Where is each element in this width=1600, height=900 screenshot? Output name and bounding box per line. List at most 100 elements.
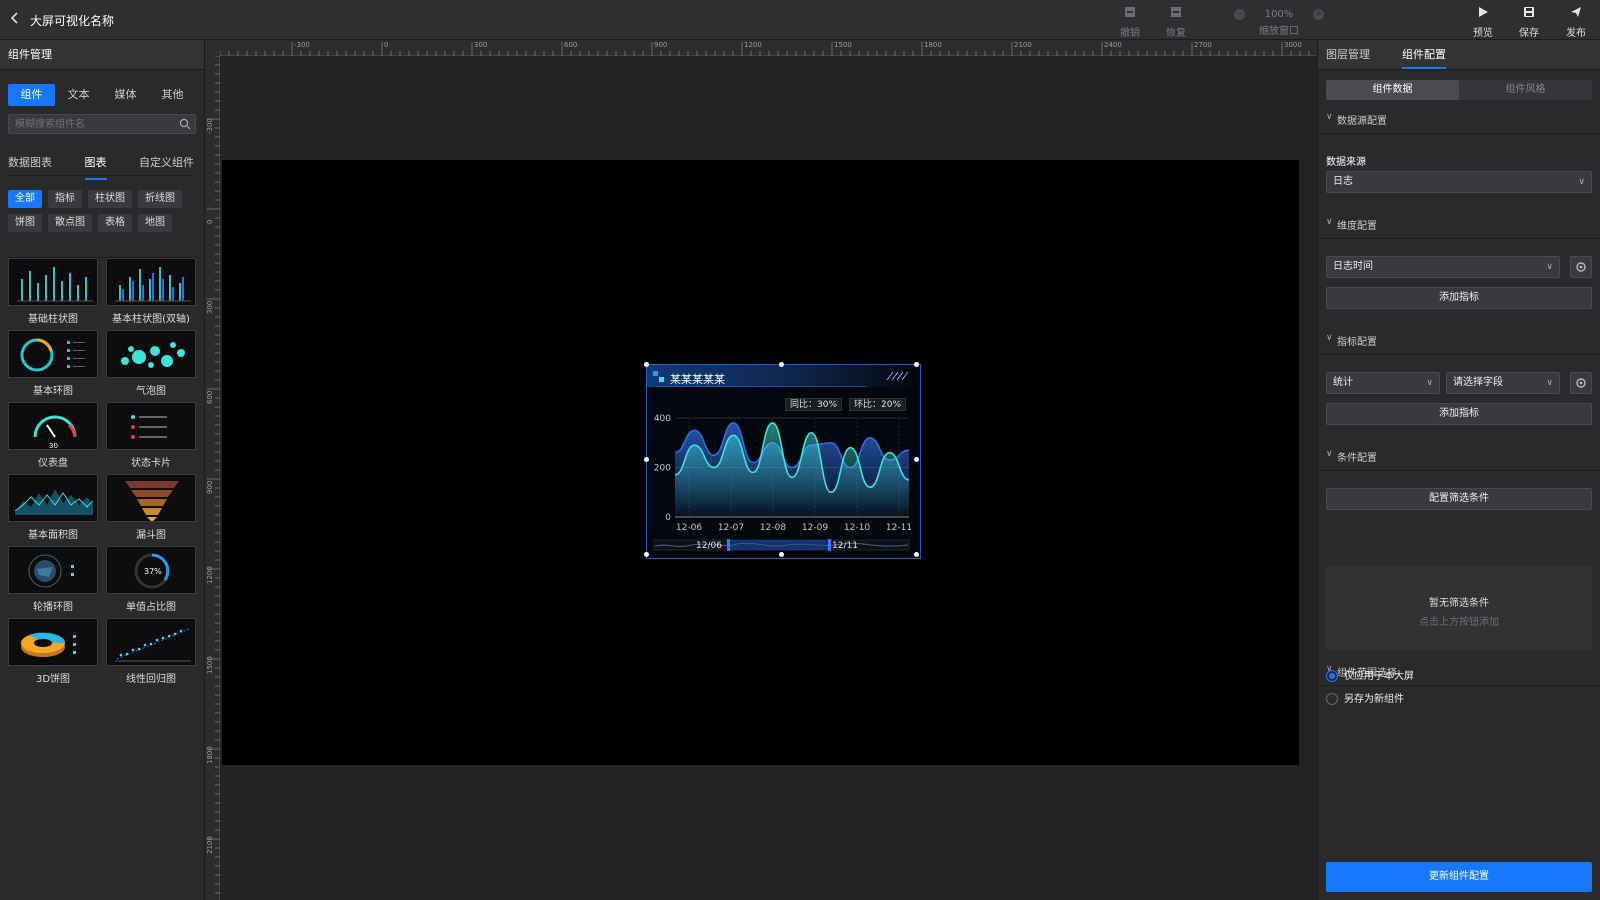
resize-handle[interactable] — [914, 552, 919, 557]
zoom-out-icon[interactable]: − — [1234, 8, 1245, 20]
tab-data-chart[interactable]: 数据图表 — [8, 154, 52, 175]
chip-metric[interactable]: 指标 — [48, 190, 82, 208]
radio-save-as-new[interactable]: 另存为新组件 — [1326, 690, 1404, 705]
tab-chart[interactable]: 图表 — [84, 154, 107, 180]
thumb-linear-regression[interactable]: 线性回归图 — [106, 618, 196, 685]
zoom-label[interactable]: 缩放窗口 — [1259, 26, 1299, 37]
resize-handle[interactable] — [644, 362, 649, 367]
resize-handle[interactable] — [644, 552, 649, 557]
update-config-button[interactable]: 更新组件配置 — [1326, 862, 1592, 892]
ruler-v-label: -300 — [206, 118, 214, 134]
ruler-h-label: 1500 — [834, 41, 852, 49]
zoom-slider-handle[interactable] — [727, 539, 730, 551]
component-panel: 组件管理 组件 文本 媒体 其他 数据图表 图表 自定义组件 全部 指标 柱状图… — [0, 40, 205, 900]
aggregation-select[interactable]: 统计 ∨ — [1326, 372, 1440, 394]
search-icon[interactable] — [179, 118, 191, 130]
tab-component-config[interactable]: 组件配置 — [1402, 40, 1446, 69]
publish-button[interactable]: 发布 — [1561, 6, 1591, 39]
bubble-preview — [106, 330, 196, 378]
tab-component-data[interactable]: 组件数据 — [1326, 80, 1459, 100]
section-metric[interactable]: ∨ 指标配置 — [1318, 325, 1600, 355]
add-metric-button[interactable]: 添加指标 — [1326, 287, 1592, 309]
section-title: 数据源配置 — [1337, 116, 1387, 127]
search-input[interactable] — [9, 115, 169, 133]
thumb-label: 单值占比图 — [126, 602, 176, 613]
section-datasource[interactable]: ∨ 数据源配置 — [1318, 104, 1600, 134]
chip-map[interactable]: 地图 — [138, 214, 172, 232]
configure-filter-button[interactable]: 配置筛选条件 — [1326, 488, 1592, 510]
zoom-slider-handle[interactable] — [828, 539, 831, 551]
back-arrow-icon[interactable] — [10, 11, 26, 29]
thumb-bubble[interactable]: 气泡图 — [106, 330, 196, 397]
thumb-gauge[interactable]: 30 仪表盘 — [8, 402, 98, 469]
zoom-value: 100% — [1264, 8, 1294, 20]
zoom-slider-window[interactable] — [729, 540, 829, 550]
metric-settings-button[interactable] — [1570, 372, 1592, 394]
thumb-label: 线性回归图 — [126, 674, 176, 685]
tab-text[interactable]: 文本 — [55, 84, 102, 106]
add-metric-button[interactable]: 添加指标 — [1326, 403, 1592, 425]
resize-handle[interactable] — [779, 552, 784, 557]
thumb-basic-ring[interactable]: 基本环图 — [8, 330, 98, 397]
section-condition[interactable]: ∨ 条件配置 — [1318, 441, 1600, 471]
ruler-h-label: 3000 — [1284, 41, 1302, 49]
chip-bar[interactable]: 柱状图 — [88, 190, 132, 208]
redo-button[interactable]: 恢复 — [1161, 6, 1191, 39]
preview-button[interactable]: 预览 — [1468, 6, 1498, 39]
resize-handle[interactable] — [914, 362, 919, 367]
send-icon — [1561, 6, 1591, 22]
dimension-select[interactable]: 日志时间 ∨ — [1326, 256, 1560, 278]
ruler-v-label: 600 — [206, 390, 214, 404]
vertical-ruler: -300 0 300 600 900 1200 1500 1800 2100 — [205, 56, 220, 900]
chart-widget[interactable]: 某某某某某 同比：30% 环比：20% 400 200 0 12-06 12-07 12-… — [644, 362, 921, 559]
thumb-status-card[interactable]: 状态卡片 — [106, 402, 196, 469]
section-title: 维度配置 — [1337, 221, 1377, 232]
y-tick-label: 0 — [665, 513, 671, 523]
tab-other[interactable]: 其他 — [149, 84, 196, 106]
zoom-in-icon[interactable]: + — [1313, 8, 1324, 20]
datasource-select[interactable]: 日志 ∨ — [1326, 171, 1592, 193]
tab-media[interactable]: 媒体 — [102, 84, 149, 106]
chip-all[interactable]: 全部 — [8, 190, 42, 208]
tab-component-style[interactable]: 组件风格 — [1459, 80, 1592, 100]
basic-bar-preview — [8, 258, 98, 306]
section-dimension[interactable]: ∨ 维度配置 — [1318, 209, 1600, 239]
undo-button[interactable]: 撤销 — [1115, 6, 1145, 39]
resize-handle[interactable] — [779, 362, 784, 367]
thumb-basic-area[interactable]: 基本面积图 — [8, 474, 98, 541]
chevron-down-icon: ∨ — [1326, 333, 1333, 343]
save-icon — [1514, 6, 1544, 22]
publish-label: 发布 — [1566, 28, 1586, 39]
thumb-dual-axis-bar[interactable]: 基本柱状图(双轴) — [106, 258, 196, 325]
chip-table[interactable]: 表格 — [98, 214, 132, 232]
thumb-carousel-ring[interactable]: 轮播环图 — [8, 546, 98, 613]
ruler-h-label: -300 — [294, 41, 310, 49]
thumb-basic-bar[interactable]: 基础柱状图 — [8, 258, 98, 325]
config-subtabs: 组件数据 组件风格 — [1326, 80, 1592, 100]
save-button[interactable]: 保存 — [1514, 6, 1544, 39]
thumb-single-ratio[interactable]: 37% 单值占比图 — [106, 546, 196, 613]
horizontal-ruler: -300 0 300 600 900 1200 1500 1800 2100 2… — [220, 40, 1317, 56]
ruler-h-label: 2400 — [1104, 41, 1122, 49]
resize-handle[interactable] — [914, 457, 919, 462]
thumb-label: 基础柱状图 — [28, 314, 78, 325]
tab-custom-component[interactable]: 自定义组件 — [139, 154, 194, 175]
chip-scatter[interactable]: 散点图 — [48, 214, 92, 232]
chevron-down-icon: ∨ — [1546, 378, 1553, 388]
app-title: 大屏可视化名称 — [30, 14, 115, 28]
ruler-v-label: 1800 — [206, 746, 214, 764]
field-select[interactable]: 请选择字段 ∨ — [1446, 372, 1560, 394]
radio-apply-this-screen[interactable]: 仅应用于本大屏 — [1326, 667, 1414, 682]
dimension-settings-button[interactable] — [1570, 256, 1592, 278]
screen-canvas[interactable]: 某某某某某 同比：30% 环比：20% 400 200 0 12-06 12-07 12-… — [222, 160, 1299, 765]
dimension-value: 日志时间 — [1333, 261, 1373, 272]
resize-handle[interactable] — [644, 457, 649, 462]
thumb-label: 轮播环图 — [33, 602, 73, 613]
tab-component[interactable]: 组件 — [8, 84, 55, 106]
thumb-3d-pie[interactable]: 3D饼图 — [8, 618, 98, 685]
tab-layer-management[interactable]: 图层管理 — [1326, 40, 1370, 69]
chip-line[interactable]: 折线图 — [138, 190, 182, 208]
chip-pie[interactable]: 饼图 — [8, 214, 42, 232]
zoom-slider-start-label: 12/06 — [696, 541, 722, 551]
thumb-funnel[interactable]: 漏斗图 — [106, 474, 196, 541]
